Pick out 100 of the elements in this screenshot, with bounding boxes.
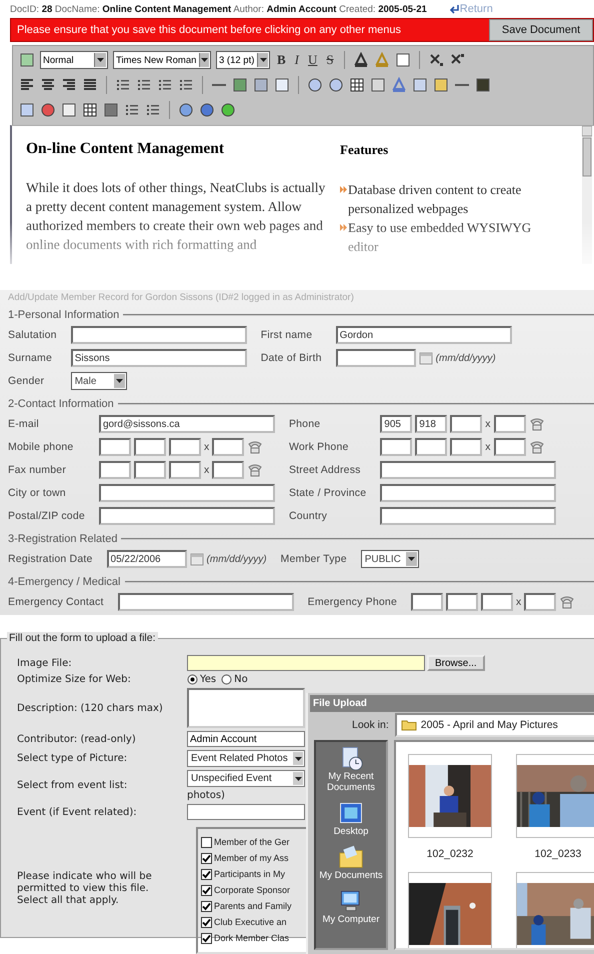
text-field[interactable] (380, 484, 556, 502)
phone-part-field[interactable] (450, 415, 482, 433)
folder-dropdown[interactable]: 2005 - April and May Pictures (394, 713, 594, 737)
phone-part-field[interactable] (168, 461, 201, 479)
subscript-icon[interactable] (428, 52, 444, 68)
grid-icon[interactable] (82, 102, 98, 118)
field-label: Country (288, 510, 328, 522)
browse-button[interactable]: Browse... (427, 655, 485, 671)
checkbox[interactable] (201, 917, 212, 928)
paragraph-style-dropdown[interactable]: Normal (40, 51, 108, 69)
phone-part-field[interactable] (450, 438, 482, 456)
radio-button[interactable] (187, 674, 198, 685)
phone-icon[interactable] (559, 595, 576, 609)
phone-part-field[interactable] (212, 461, 244, 479)
text-field[interactable] (380, 461, 556, 479)
form-legend: Fill out the form to upload a file: (7, 632, 158, 644)
checkbox[interactable] (201, 933, 212, 944)
field-label: Gender (8, 375, 46, 387)
font-size-dropdown[interactable]: 3 (12 pt) (216, 51, 270, 69)
places-bar-item[interactable]: Desktop (334, 801, 368, 837)
phone-part-field[interactable] (524, 593, 556, 611)
return-arrow-icon (448, 4, 459, 14)
checkbox[interactable] (201, 885, 212, 896)
phone-part-field[interactable] (212, 438, 244, 456)
field-label: Emergency Phone (308, 596, 397, 608)
text-field[interactable] (187, 804, 305, 820)
phone-part-field[interactable] (134, 438, 166, 456)
date-field[interactable]: 05/22/2006 (106, 550, 187, 568)
date-field[interactable] (336, 349, 416, 367)
field-label: Postal/ZIP code (8, 510, 85, 522)
text-field[interactable] (70, 326, 247, 344)
places-bar-item[interactable]: My Documents (319, 845, 383, 881)
dialog-title: File Upload (310, 695, 594, 712)
places-bar-item[interactable]: My Computer (322, 889, 380, 925)
select-field[interactable]: Male (70, 372, 127, 390)
align-center-icon[interactable] (40, 77, 56, 93)
phone-part-field[interactable] (481, 593, 513, 611)
phone-part-field[interactable] (98, 438, 131, 456)
date-format-hint: (mm/dd/yyyy) (206, 554, 267, 564)
font-dropdown[interactable]: Times New Roman (113, 51, 211, 69)
bullet-icon (340, 224, 347, 231)
text-field[interactable] (98, 484, 275, 502)
field-label: Select from event list: (17, 780, 128, 791)
field-label: Image File: (17, 658, 73, 668)
file-name[interactable]: 102_0232 (426, 848, 474, 860)
phone-part-field[interactable] (380, 438, 412, 456)
phone-part-field[interactable] (494, 415, 526, 433)
checkbox[interactable] (201, 869, 212, 880)
desktop-icon (338, 801, 364, 825)
checkbox[interactable] (201, 853, 212, 864)
table-icon[interactable] (349, 77, 365, 93)
text-field[interactable] (118, 593, 294, 611)
radio-button[interactable] (221, 674, 232, 685)
checkbox[interactable] (201, 837, 212, 848)
text-field[interactable]: Admin Account (187, 731, 305, 747)
phone-icon[interactable] (247, 440, 264, 454)
checkbox-label: Parents and Family (214, 900, 292, 913)
phone-icon[interactable] (528, 417, 545, 431)
text-field[interactable]: Sissons (70, 349, 247, 367)
phone-icon[interactable] (247, 463, 264, 477)
bullet-list-icon[interactable] (136, 77, 152, 93)
strikethrough-button[interactable]: S (324, 52, 336, 68)
bold-button[interactable]: B (275, 52, 288, 68)
justify-icon[interactable] (82, 77, 98, 93)
places-bar-item[interactable]: My Recent Documents (316, 746, 386, 793)
image-file-field[interactable] (187, 655, 425, 671)
select-field[interactable]: Event Related Photos (187, 750, 305, 767)
text-field[interactable]: Gordon (336, 326, 512, 344)
phone-part-field[interactable]: 918 (415, 415, 448, 433)
field-label: Emergency Contact (8, 596, 104, 608)
underline-button[interactable]: U (306, 52, 320, 68)
phone-part-field[interactable]: 905 (380, 415, 412, 433)
file-name[interactable]: 102_0233 (534, 848, 582, 860)
phone-part-field[interactable] (494, 438, 526, 456)
phone-part-field[interactable] (168, 438, 201, 456)
extension-mark: x (485, 418, 491, 430)
field-label: Event (if Event related): (17, 806, 138, 818)
align-right-icon[interactable] (61, 77, 77, 93)
field-label: Surname (8, 352, 54, 364)
align-left-icon[interactable] (19, 77, 35, 93)
phone-part-field[interactable] (134, 461, 166, 479)
form-title: Add/Update Member Record for Gordon Sissons (ID#2 logged in as Administrator) (8, 291, 355, 305)
description-field[interactable] (187, 688, 305, 728)
checkbox[interactable] (201, 901, 212, 912)
phone-part-field[interactable] (415, 438, 448, 456)
save-document-button[interactable]: Save Document (489, 19, 593, 41)
section-legend: 3-Registration Related (8, 533, 118, 545)
phone-icon[interactable] (528, 440, 545, 454)
select-field[interactable]: Unspecified Event (187, 770, 305, 787)
phone-part-field[interactable] (411, 593, 443, 611)
numbered-list-icon[interactable] (115, 77, 131, 93)
phone-part-field[interactable] (98, 461, 131, 479)
text-field[interactable] (380, 507, 556, 525)
text-field[interactable]: gord@sissons.ca (98, 415, 275, 433)
text-field[interactable] (98, 507, 275, 525)
phone-part-field[interactable] (446, 593, 478, 611)
italic-button[interactable]: I (292, 52, 302, 68)
checkbox-label: Dork Member Clas (214, 932, 290, 945)
select-field[interactable]: PUBLIC (360, 550, 419, 568)
field-label: State / Province (288, 487, 366, 499)
